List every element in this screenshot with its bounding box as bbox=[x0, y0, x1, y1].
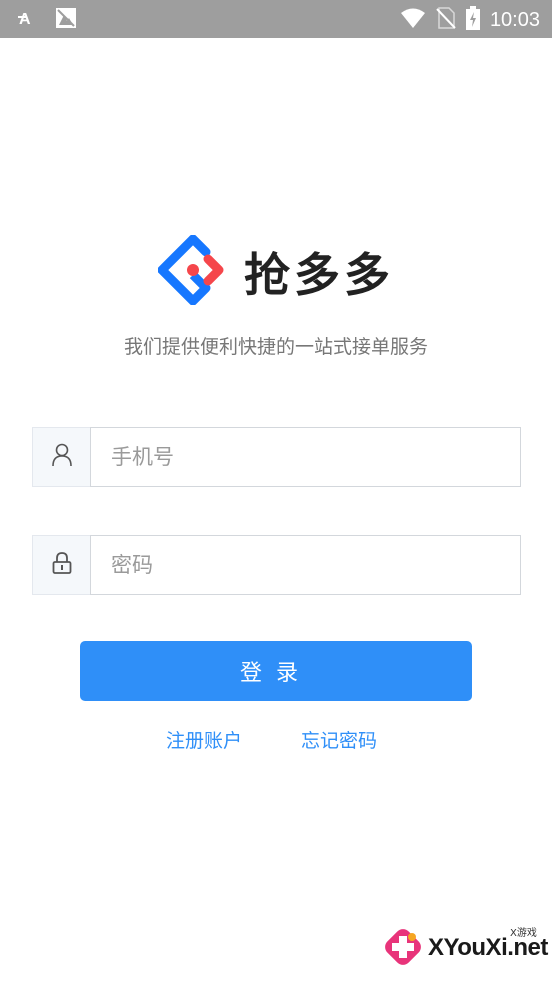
lock-icon bbox=[51, 551, 73, 579]
phone-field bbox=[32, 427, 521, 487]
watermark: X游戏 XYouXi.net bbox=[382, 922, 548, 972]
password-input-box bbox=[90, 535, 521, 595]
forgot-password-link[interactable]: 忘记密码 bbox=[301, 726, 377, 753]
password-field bbox=[32, 535, 521, 595]
no-sim-icon bbox=[436, 6, 456, 34]
password-field-icon-box bbox=[32, 535, 90, 595]
image-icon bbox=[54, 6, 78, 34]
password-input[interactable] bbox=[109, 552, 520, 578]
gamepad-logo-icon bbox=[382, 928, 424, 972]
app-logo-icon bbox=[157, 234, 228, 309]
phone-input[interactable] bbox=[109, 444, 520, 470]
app-name: 抢多多 bbox=[244, 248, 394, 302]
phone-input-box bbox=[90, 427, 521, 487]
tagline: 我们提供便利快捷的一站式接单服务 bbox=[123, 336, 428, 358]
svg-text:A: A bbox=[19, 11, 31, 28]
brand-header: 抢多多 bbox=[0, 232, 552, 312]
status-bar-right: 10:03 bbox=[400, 6, 540, 34]
auth-links: 注册账户 忘记密码 bbox=[0, 726, 552, 756]
status-bar: A 10:03 bbox=[0, 0, 552, 38]
watermark-text: XYouXi.net bbox=[428, 934, 548, 961]
status-time: 10:03 bbox=[489, 9, 540, 31]
wifi-icon bbox=[400, 7, 426, 33]
font-icon: A bbox=[18, 7, 40, 33]
phone-field-icon-box bbox=[32, 427, 90, 487]
battery-charging-icon bbox=[465, 6, 480, 34]
login-button[interactable]: 登录 bbox=[80, 641, 472, 701]
register-link[interactable]: 注册账户 bbox=[166, 726, 242, 753]
status-bar-left: A bbox=[18, 6, 78, 34]
user-icon bbox=[51, 443, 73, 471]
